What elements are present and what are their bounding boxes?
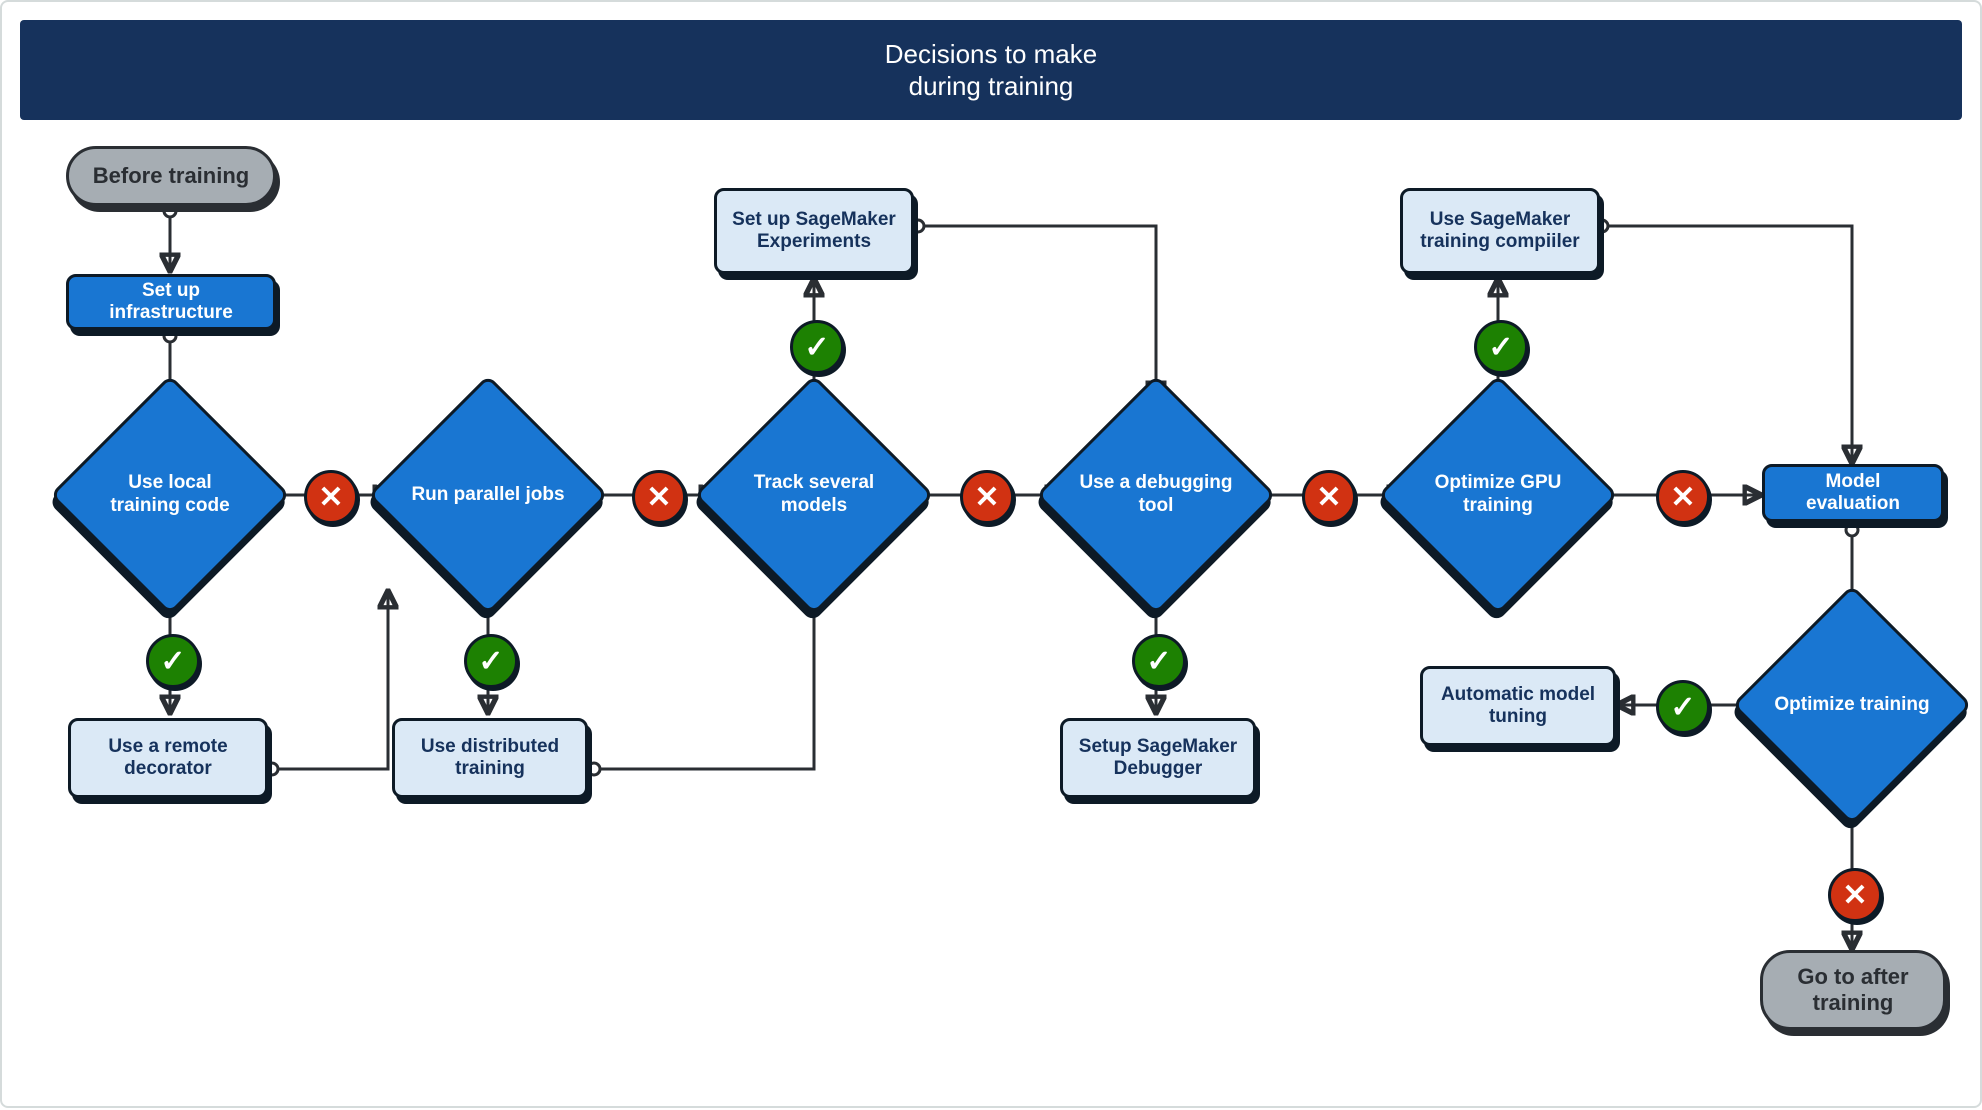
connector-layer <box>2 2 1982 1110</box>
decision-run-parallel-jobs: Run parallel jobs <box>403 410 573 580</box>
decision-use-debugging-tool: Use a debugging tool <box>1071 410 1241 580</box>
action-use-remote-decorator: Use a remote decorator <box>68 718 268 798</box>
action-set-up-sagemaker-experiments: Set up SageMaker Experiments <box>714 188 914 274</box>
title-line1: Decisions to make <box>20 38 1962 71</box>
yes-icon: ✓ <box>1132 634 1186 688</box>
diagram-title-banner: Decisions to make during training <box>20 20 1962 120</box>
yes-icon: ✓ <box>1656 680 1710 734</box>
process-set-up-infrastructure: Set up infrastructure <box>66 274 276 330</box>
yes-icon: ✓ <box>1474 320 1528 374</box>
action-automatic-model-tuning: Automatic model tuning <box>1420 666 1616 746</box>
terminator-after-training: Go to after training <box>1760 950 1946 1030</box>
title-line2: during training <box>20 70 1962 103</box>
decision-use-local-training-code: Use local training code <box>85 410 255 580</box>
yes-icon: ✓ <box>790 320 844 374</box>
action-setup-sagemaker-debugger: Setup SageMaker Debugger <box>1060 718 1256 798</box>
yes-icon: ✓ <box>464 634 518 688</box>
decision-optimize-training: Optimize training <box>1767 620 1937 790</box>
terminator-before-training: Before training <box>66 146 276 206</box>
process-model-evaluation: Model evaluation <box>1762 464 1944 522</box>
action-use-distributed-training: Use distributed training <box>392 718 588 798</box>
no-icon: ✕ <box>960 470 1014 524</box>
no-icon: ✕ <box>1828 868 1882 922</box>
no-icon: ✕ <box>1302 470 1356 524</box>
no-icon: ✕ <box>1656 470 1710 524</box>
action-use-sagemaker-training-compiler: Use SageMaker training compiiler <box>1400 188 1600 274</box>
no-icon: ✕ <box>632 470 686 524</box>
decision-optimize-gpu-training: Optimize GPU training <box>1413 410 1583 580</box>
yes-icon: ✓ <box>146 634 200 688</box>
decision-track-several-models: Track several models <box>729 410 899 580</box>
no-icon: ✕ <box>304 470 358 524</box>
